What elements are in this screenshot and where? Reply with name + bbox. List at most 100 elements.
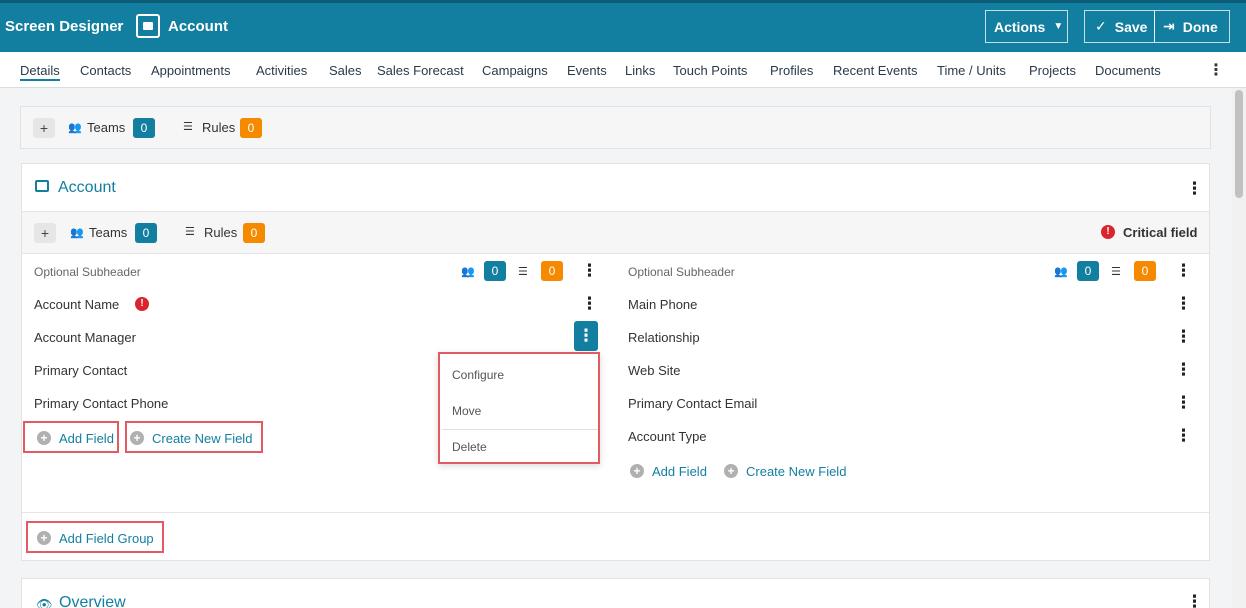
menu-item-delete[interactable]: Delete bbox=[452, 440, 487, 454]
rules-list-icon: ☰ bbox=[1111, 266, 1121, 278]
overview-section: 👁 Overview ⋮ bbox=[21, 578, 1210, 608]
field-menu-icon[interactable]: ⋮ bbox=[1175, 361, 1192, 378]
app-header: Screen Designer › Account Actions ▼ ✓ Sa… bbox=[0, 0, 1246, 52]
tab-contacts[interactable]: Contacts bbox=[80, 63, 131, 78]
section-menu-icon[interactable]: ⋮ bbox=[1186, 180, 1203, 197]
section-add-button[interactable]: + bbox=[34, 223, 56, 243]
field-relationship[interactable]: Relationship bbox=[628, 330, 700, 345]
teams-icon: 👥 bbox=[461, 266, 475, 278]
field-menu-active-icon[interactable]: ⋮ bbox=[574, 321, 598, 351]
done-button[interactable]: ⇥ Done bbox=[1154, 10, 1230, 43]
critical-field-label: Critical field bbox=[1123, 225, 1198, 240]
left-rules-badge: 0 bbox=[541, 261, 563, 281]
field-menu-icon[interactable]: ⋮ bbox=[1175, 328, 1192, 345]
teams-label[interactable]: Teams bbox=[87, 120, 125, 135]
rules-label[interactable]: Rules bbox=[204, 225, 237, 240]
field-menu-icon[interactable]: ⋮ bbox=[1175, 394, 1192, 411]
section-title: Account bbox=[58, 179, 116, 196]
section-teams-rules-bar: + 👥 Teams 0 ☰ Rules 0 ! Critical field bbox=[22, 211, 1209, 254]
rules-list-icon: ☰ bbox=[518, 266, 528, 278]
done-label: Done bbox=[1182, 18, 1218, 35]
rules-count-badge: 0 bbox=[243, 223, 265, 243]
field-web-site[interactable]: Web Site bbox=[628, 363, 681, 378]
eye-icon: 👁 bbox=[36, 597, 53, 608]
rules-list-icon: ☰ bbox=[185, 226, 195, 238]
tab-sales-forecast[interactable]: Sales Forecast bbox=[377, 63, 464, 78]
tab-touch-points[interactable]: Touch Points bbox=[673, 63, 747, 78]
rules-list-icon: ☰ bbox=[183, 121, 193, 133]
tab-documents[interactable]: Documents bbox=[1095, 63, 1161, 78]
tab-profiles[interactable]: Profiles bbox=[770, 63, 813, 78]
rules-count-badge: 0 bbox=[240, 118, 262, 138]
more-tabs-icon[interactable]: ⋮ bbox=[1208, 60, 1224, 80]
section-divider bbox=[22, 512, 1209, 513]
add-circle-icon: + bbox=[630, 464, 644, 478]
teams-count-badge: 0 bbox=[133, 118, 155, 138]
caret-down-icon: ▼ bbox=[1053, 21, 1064, 32]
field-primary-contact-phone[interactable]: Primary Contact Phone bbox=[34, 396, 168, 411]
actions-button[interactable]: Actions ▼ bbox=[985, 10, 1068, 43]
field-primary-contact-email[interactable]: Primary Contact Email bbox=[628, 396, 757, 411]
save-button[interactable]: ✓ Save bbox=[1084, 10, 1155, 43]
tab-sales[interactable]: Sales bbox=[329, 63, 362, 78]
create-new-field-link[interactable]: Create New Field bbox=[152, 431, 252, 446]
save-label: Save bbox=[1114, 18, 1148, 35]
critical-icon: ! bbox=[1101, 225, 1115, 239]
check-icon: ✓ bbox=[1095, 18, 1107, 34]
rules-label[interactable]: Rules bbox=[202, 120, 235, 135]
tab-links[interactable]: Links bbox=[625, 63, 655, 78]
field-main-phone[interactable]: Main Phone bbox=[628, 297, 697, 312]
teams-label[interactable]: Teams bbox=[89, 225, 127, 240]
create-new-field-link[interactable]: Create New Field bbox=[746, 464, 846, 479]
right-group-menu-icon[interactable]: ⋮ bbox=[1175, 262, 1192, 279]
tab-details[interactable]: Details bbox=[20, 63, 60, 81]
tab-time-units[interactable]: Time / Units bbox=[937, 63, 1006, 78]
left-teams-badge: 0 bbox=[484, 261, 506, 281]
teams-icon: 👥 bbox=[70, 227, 84, 239]
scrollbar-thumb[interactable] bbox=[1235, 90, 1243, 198]
field-menu-icon[interactable]: ⋮ bbox=[1175, 295, 1192, 312]
field-account-type[interactable]: Account Type bbox=[628, 429, 707, 444]
account-icon bbox=[136, 14, 160, 38]
field-menu-icon[interactable]: ⋮ bbox=[1175, 427, 1192, 444]
inbox-icon bbox=[35, 180, 49, 192]
account-section: Account ⋮ + 👥 Teams 0 ☰ Rules 0 ! Critic… bbox=[21, 163, 1210, 561]
right-teams-badge: 0 bbox=[1077, 261, 1099, 281]
field-context-menu: Configure Move Delete bbox=[438, 352, 600, 464]
add-circle-icon: + bbox=[37, 531, 51, 545]
tab-projects[interactable]: Projects bbox=[1029, 63, 1076, 78]
add-circle-icon: + bbox=[724, 464, 738, 478]
tab-activities[interactable]: Activities bbox=[256, 63, 307, 78]
add-field-link[interactable]: Add Field bbox=[59, 431, 114, 446]
teams-icon: 👥 bbox=[68, 122, 82, 134]
menu-separator bbox=[442, 429, 598, 430]
breadcrumb-screen-designer[interactable]: Screen Designer bbox=[5, 18, 123, 35]
tab-appointments[interactable]: Appointments bbox=[151, 63, 231, 78]
field-primary-contact[interactable]: Primary Contact bbox=[34, 363, 127, 378]
teams-count-badge: 0 bbox=[135, 223, 157, 243]
overview-menu-icon[interactable]: ⋮ bbox=[1186, 593, 1203, 608]
field-menu-icon[interactable]: ⋮ bbox=[581, 295, 598, 312]
page-title: Account bbox=[168, 18, 228, 35]
add-button[interactable]: + bbox=[33, 118, 55, 138]
field-account-name[interactable]: Account Name bbox=[34, 297, 119, 312]
menu-item-move[interactable]: Move bbox=[452, 404, 481, 418]
left-subheader: Optional Subheader bbox=[34, 265, 141, 279]
field-account-manager[interactable]: Account Manager bbox=[34, 330, 136, 345]
tab-campaigns[interactable]: Campaigns bbox=[482, 63, 548, 78]
tab-events[interactable]: Events bbox=[567, 63, 607, 78]
teams-icon: 👥 bbox=[1054, 266, 1068, 278]
exit-icon: ⇥ bbox=[1163, 18, 1175, 34]
menu-item-configure[interactable]: Configure bbox=[452, 368, 504, 382]
screen-teams-rules-bar: + 👥 Teams 0 ☰ Rules 0 bbox=[20, 106, 1211, 149]
actions-label: Actions bbox=[994, 18, 1046, 35]
breadcrumb-chevron-icon: › bbox=[117, 17, 122, 33]
add-field-link[interactable]: Add Field bbox=[652, 464, 707, 479]
overview-title: Overview bbox=[59, 594, 126, 608]
tab-recent-events[interactable]: Recent Events bbox=[833, 63, 918, 78]
page-scrollbar[interactable] bbox=[1232, 88, 1246, 608]
add-field-group-link[interactable]: Add Field Group bbox=[59, 531, 154, 546]
critical-icon: ! bbox=[135, 297, 149, 311]
add-circle-icon: + bbox=[37, 431, 51, 445]
left-group-menu-icon[interactable]: ⋮ bbox=[581, 262, 598, 279]
